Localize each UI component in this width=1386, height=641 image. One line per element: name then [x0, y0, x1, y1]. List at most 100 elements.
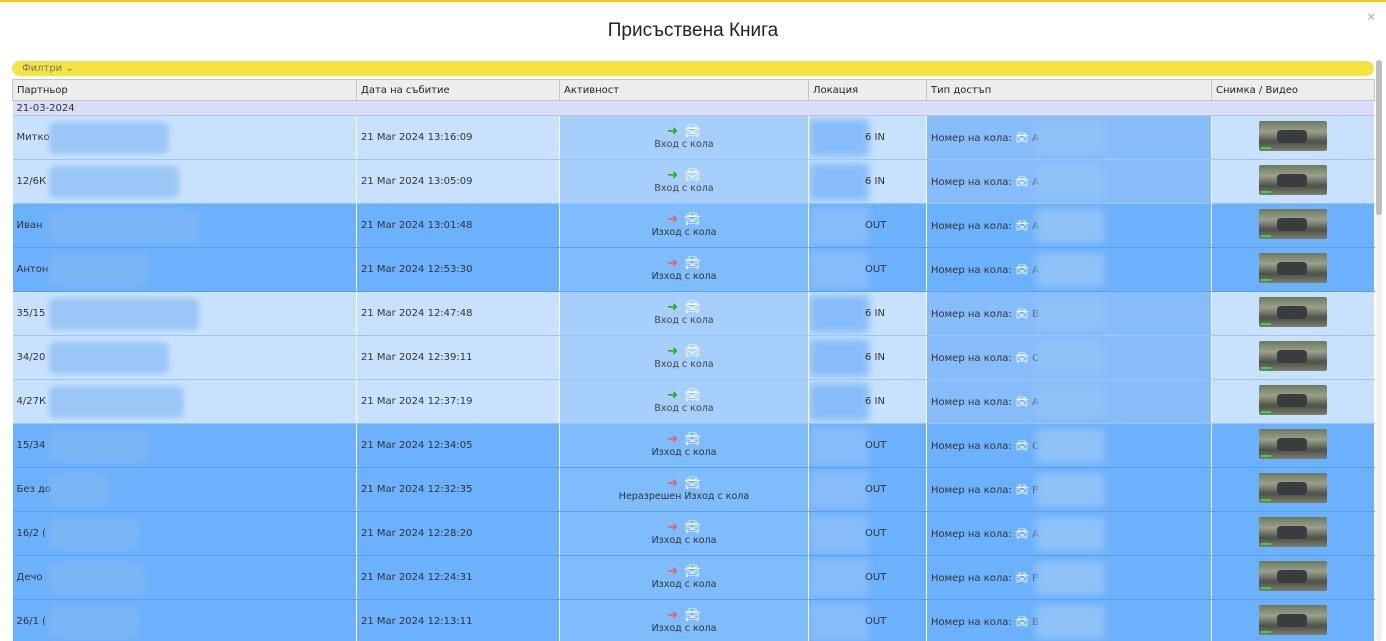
media-cell — [1211, 511, 1375, 556]
photo-thumbnail[interactable] — [1259, 297, 1327, 327]
event-date-cell: 21 Mar 2024 12:34:05 — [356, 423, 560, 468]
sign-out-icon: ➜ — [667, 520, 679, 535]
partner-cell: 15/34 — [12, 423, 357, 468]
redaction-blur — [48, 430, 149, 462]
activity-label: Неразрешен Изход с кола — [618, 491, 750, 502]
activity-cell: ➜ 🚘︎ Неразрешен Изход с кола — [559, 467, 809, 512]
filters-toggle[interactable]: Филтри ⌄ — [12, 61, 1374, 76]
column-header-media[interactable]: Снимка / Видео — [1211, 79, 1375, 101]
access-type-cell: Номер на кола: 🚘︎ А — [926, 115, 1212, 160]
date-group-row: 21-03-2024 — [12, 100, 1375, 116]
table-row[interactable]: 4/27К 21 Mar 2024 12:37:19 ➜ 🚘︎ Вход с кола 6… — [12, 379, 1375, 424]
table-row[interactable]: 16/2 (21 Mar 2024 12:28:20 ➜ 🚘︎ Изход с кол… — [12, 511, 1375, 556]
partner-cell: Без до — [12, 467, 357, 512]
car-icon: 🚘︎ — [684, 564, 701, 579]
redaction-blur — [809, 207, 869, 245]
car-icon: 🚘︎ — [684, 256, 701, 271]
redaction-blur — [1035, 385, 1105, 419]
partner-name: Без до — [16, 484, 52, 495]
date-group-label: 21-03-2024 — [12, 100, 1375, 116]
redaction-blur — [1035, 121, 1105, 155]
partner-name: 16/2 ( — [16, 528, 47, 539]
column-header-access-type[interactable]: Тип достъп — [926, 79, 1212, 101]
media-cell — [1211, 159, 1375, 204]
vertical-scrollbar[interactable] — [1376, 60, 1382, 641]
table-row[interactable]: 15/34 21 Mar 2024 12:34:05 ➜ 🚘︎ Изход с кола… — [12, 423, 1375, 468]
event-date-cell: 21 Mar 2024 12:24:31 — [356, 555, 560, 600]
column-header-date[interactable]: Дата на събитие — [356, 79, 560, 101]
location-value: OUT — [865, 484, 887, 495]
location-cell: OUT — [808, 423, 927, 468]
table-row[interactable]: Дечо 21 Mar 2024 12:24:31 ➜ 🚘︎ Изход с кола O… — [12, 555, 1375, 600]
activity-cell: ➜ 🚘︎ Вход с кола — [559, 115, 809, 160]
car-icon: 🚘︎ — [1014, 439, 1029, 452]
redaction-blur — [809, 383, 869, 421]
redaction-blur — [809, 163, 869, 201]
activity-label: Изход с кола — [651, 227, 717, 238]
partner-name: Иван — [16, 220, 43, 231]
redaction-blur — [48, 166, 179, 198]
location-value: 6 IN — [865, 132, 885, 143]
table-row[interactable]: Антон 21 Mar 2024 12:53:30 ➜ 🚘︎ Изход с кола… — [12, 247, 1375, 292]
location-cell: 6 IN — [808, 379, 927, 424]
photo-thumbnail[interactable] — [1259, 517, 1327, 547]
photo-thumbnail[interactable] — [1259, 385, 1327, 415]
scrollbar-thumb[interactable] — [1376, 60, 1382, 215]
partner-name: Антон — [16, 264, 49, 275]
attendance-table: Партньор Дата на събитие Активност Локац… — [12, 79, 1375, 641]
table-row[interactable]: 12/6К 21 Mar 2024 13:05:09 ➜ 🚘︎ Вход с кола 6… — [12, 159, 1375, 204]
partner-cell: 4/27К — [12, 379, 357, 424]
partner-cell: Иван — [12, 203, 357, 248]
car-icon: 🚘︎ — [1014, 527, 1029, 540]
table-row[interactable]: 35/15 21 Mar 2024 12:47:48 ➜ 🚘︎ Вход с кола 6… — [12, 291, 1375, 336]
partner-name: 4/27К — [16, 396, 47, 407]
car-icon: 🚘︎ — [1014, 483, 1029, 496]
close-icon[interactable]: × — [1367, 10, 1376, 23]
access-label: Номер на кола: — [931, 133, 1012, 144]
photo-thumbnail[interactable] — [1259, 473, 1327, 503]
access-type-cell: Номер на кола: 🚘︎ Р — [926, 467, 1212, 512]
redaction-blur — [48, 298, 199, 330]
sign-out-icon: ➜ — [667, 564, 679, 579]
activity-label: Изход с кола — [651, 271, 717, 282]
photo-thumbnail[interactable] — [1259, 253, 1327, 283]
car-icon: 🚘︎ — [684, 432, 701, 447]
table-row[interactable]: Без до 21 Mar 2024 12:32:35 ➜ 🚘︎ Неразрешен … — [12, 467, 1375, 512]
photo-thumbnail[interactable] — [1259, 429, 1327, 459]
event-date-cell: 21 Mar 2024 12:32:35 — [356, 467, 560, 512]
table-row[interactable]: Иван 21 Mar 2024 13:01:48 ➜ 🚘︎ Изход с кола O… — [12, 203, 1375, 248]
partner-name: Митко — [16, 132, 50, 143]
access-type-cell: Номер на кола: 🚘︎ А — [926, 379, 1212, 424]
partner-name: 34/20 — [16, 352, 46, 363]
redaction-blur — [809, 339, 869, 377]
page-title: Присъствена Книга — [607, 20, 779, 41]
column-header-activity[interactable]: Активност — [559, 79, 809, 101]
car-icon: 🚘︎ — [684, 300, 701, 315]
photo-thumbnail[interactable] — [1259, 561, 1327, 591]
activity-label: Вход с кола — [654, 183, 714, 194]
photo-thumbnail[interactable] — [1259, 605, 1327, 635]
table-row[interactable]: 34/20 21 Mar 2024 12:39:11 ➜ 🚘︎ Вход с кола 6… — [12, 335, 1375, 380]
sign-out-icon: ➜ — [667, 256, 679, 271]
column-header-location[interactable]: Локация — [808, 79, 927, 101]
photo-thumbnail[interactable] — [1259, 165, 1327, 195]
redaction-blur — [1035, 297, 1105, 331]
redaction-blur — [48, 474, 109, 506]
redaction-blur — [48, 122, 169, 154]
photo-thumbnail[interactable] — [1259, 209, 1327, 239]
photo-thumbnail[interactable] — [1259, 121, 1327, 151]
activity-label: Изход с кола — [651, 447, 717, 458]
activity-cell: ➜ 🚘︎ Изход с кола — [559, 599, 809, 641]
sign-out-icon: ➜ — [667, 212, 679, 227]
table-row[interactable]: Митко 21 Mar 2024 13:16:09 ➜ 🚘︎ Вход с кола 6… — [12, 115, 1375, 160]
redaction-blur — [1035, 561, 1105, 595]
photo-thumbnail[interactable] — [1259, 341, 1327, 371]
table-row[interactable]: 26/1 (21 Mar 2024 12:13:11 ➜ 🚘︎ Изход с кол… — [12, 599, 1375, 641]
redaction-blur — [48, 518, 139, 550]
top-accent-border — [0, 0, 1386, 2]
partner-name: 12/6К — [16, 176, 47, 187]
activity-cell: ➜ 🚘︎ Изход с кола — [559, 203, 809, 248]
location-cell: OUT — [808, 467, 927, 512]
column-header-partner[interactable]: Партньор — [12, 79, 357, 101]
location-cell: OUT — [808, 203, 927, 248]
